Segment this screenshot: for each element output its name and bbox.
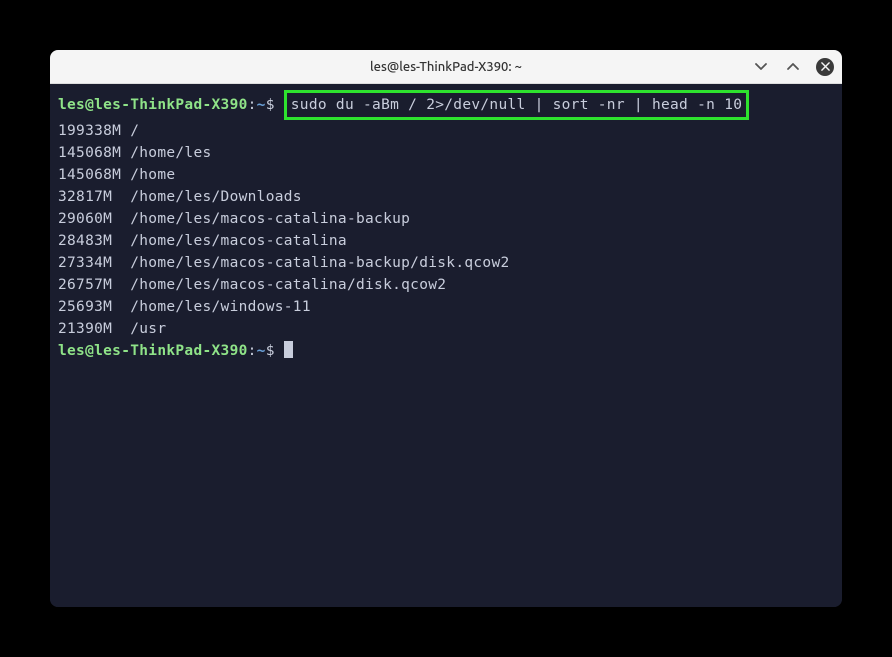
size-value: 25693M	[58, 299, 130, 315]
prompt-user: les	[58, 343, 85, 359]
size-value: 199338M	[58, 123, 130, 139]
prompt-colon: :	[248, 343, 257, 359]
path-value: /	[130, 123, 139, 139]
output-row: 27334M /home/les/macos-catalina-backup/d…	[58, 252, 834, 274]
path-value: /home/les	[130, 145, 211, 161]
prompt-user: les	[58, 97, 85, 113]
prompt-path: ~	[257, 343, 266, 359]
command-highlighted: sudo du -aBm / 2>/dev/null | sort -nr | …	[284, 90, 750, 120]
close-button[interactable]	[816, 58, 834, 76]
prompt-symbol: $	[266, 97, 275, 113]
path-value: /home	[130, 167, 175, 183]
size-value: 26757M	[58, 277, 130, 293]
prompt-path: ~	[257, 97, 266, 113]
size-value: 32817M	[58, 189, 130, 205]
output-block: 199338M /145068M /home/les145068M /home3…	[58, 120, 834, 340]
output-row: 28483M /home/les/macos-catalina	[58, 230, 834, 252]
close-icon	[821, 62, 830, 71]
output-row: 145068M /home/les	[58, 142, 834, 164]
size-value: 27334M	[58, 255, 130, 271]
size-value: 21390M	[58, 321, 130, 337]
prompt-symbol: $	[266, 343, 275, 359]
terminal-body[interactable]: les@les-ThinkPad-X390:~$ sudo du -aBm / …	[50, 84, 842, 607]
cursor	[284, 341, 293, 358]
path-value: /home/les/macos-catalina	[130, 233, 347, 249]
output-row: 32817M /home/les/Downloads	[58, 186, 834, 208]
prompt-at: @	[85, 343, 94, 359]
path-value: /usr	[130, 321, 166, 337]
size-value: 145068M	[58, 145, 130, 161]
path-value: /home/les/Downloads	[130, 189, 302, 205]
prompt-host: les-ThinkPad-X390	[94, 343, 248, 359]
size-value: 29060M	[58, 211, 130, 227]
window-title: les@les-ThinkPad-X390: ~	[370, 60, 522, 74]
path-value: /home/les/macos-catalina-backup	[130, 211, 410, 227]
prompt-colon: :	[248, 97, 257, 113]
prompt-host: les-ThinkPad-X390	[94, 97, 248, 113]
size-value: 145068M	[58, 167, 130, 183]
path-value: /home/les/macos-catalina-backup/disk.qco…	[130, 255, 509, 271]
prompt-at: @	[85, 97, 94, 113]
chevron-up-icon	[786, 60, 800, 74]
output-row: 21390M /usr	[58, 318, 834, 340]
prompt-line-2: les@les-ThinkPad-X390:~$	[58, 340, 834, 362]
path-value: /home/les/windows-11	[130, 299, 311, 315]
output-row: 29060M /home/les/macos-catalina-backup	[58, 208, 834, 230]
chevron-down-icon	[754, 60, 768, 74]
prompt-line-1: les@les-ThinkPad-X390:~$ sudo du -aBm / …	[58, 90, 834, 120]
terminal-window: les@les-ThinkPad-X390: ~ les@les-ThinkPa…	[50, 50, 842, 607]
output-row: 25693M /home/les/windows-11	[58, 296, 834, 318]
path-value: /home/les/macos-catalina/disk.qcow2	[130, 277, 446, 293]
window-controls	[752, 50, 834, 83]
output-row: 199338M /	[58, 120, 834, 142]
output-row: 26757M /home/les/macos-catalina/disk.qco…	[58, 274, 834, 296]
titlebar: les@les-ThinkPad-X390: ~	[50, 50, 842, 84]
minimize-button[interactable]	[752, 58, 770, 76]
output-row: 145068M /home	[58, 164, 834, 186]
size-value: 28483M	[58, 233, 130, 249]
maximize-button[interactable]	[784, 58, 802, 76]
